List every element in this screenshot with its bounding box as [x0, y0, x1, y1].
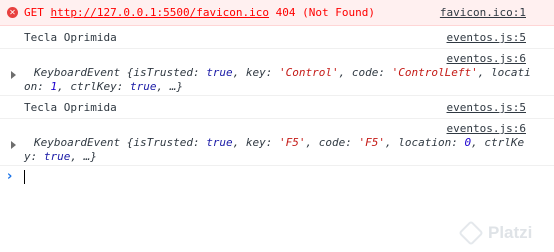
key-label: , key: — [232, 66, 280, 79]
ctrlkey-value: true — [43, 150, 71, 163]
object-preview-line: KeyboardEvent {isTrusted: true, key: 'F5… — [34, 136, 524, 149]
error-message: GET http://127.0.0.1:5500/favicon.ico 40… — [24, 6, 375, 19]
location-label: , location: — [385, 136, 465, 149]
ctrlkey-label: , ctrlKe — [471, 136, 525, 149]
error-message-row: ✕ GET http://127.0.0.1:5500/favicon.ico … — [0, 0, 554, 26]
istrusted-value: true — [206, 66, 233, 79]
error-circle-icon: ✕ — [7, 7, 18, 18]
key-value: 'Control' — [279, 66, 339, 79]
prompt-chevron-icon: › — [7, 169, 13, 184]
object-suffix: , …} — [70, 150, 97, 163]
object-preview-line: KeyboardEvent {isTrusted: true, key: 'Co… — [34, 66, 531, 79]
log-source-link[interactable]: eventos.js:5 — [447, 31, 526, 44]
object-preview-line: y: true, …} — [24, 150, 97, 163]
ctrlkey-value: true — [129, 80, 157, 93]
error-status: 404 (Not Found) — [275, 6, 376, 19]
expand-triangle-icon[interactable] — [11, 141, 16, 149]
text-caret — [24, 170, 25, 184]
ctrlkey-label: , ctrlKey: — [57, 80, 130, 93]
code-label: , code: — [338, 66, 392, 79]
watermark-text: Platzi — [488, 223, 533, 242]
location-label: , locati — [477, 66, 531, 79]
expand-triangle-icon[interactable] — [11, 71, 16, 79]
object-preview-line: on: 1, ctrlKey: true, …} — [24, 80, 183, 93]
error-url-link[interactable]: http://127.0.0.1:5500/favicon.ico — [51, 6, 270, 19]
code-label: , code: — [305, 136, 359, 149]
object-source-link[interactable]: eventos.js:6 — [447, 122, 526, 135]
log-message: Tecla Oprimida — [24, 31, 117, 44]
object-suffix: , …} — [156, 80, 183, 93]
object-prefix: KeyboardEvent {isTrusted: — [34, 136, 207, 149]
ctrlkey-label: y: — [24, 150, 44, 163]
error-source-link[interactable]: favicon.ico:1 — [440, 6, 526, 19]
location-label: on: — [24, 80, 51, 93]
key-label: , key: — [232, 136, 280, 149]
istrusted-value: true — [206, 136, 233, 149]
log-message: Tecla Oprimida — [24, 101, 117, 114]
object-log-row[interactable]: eventos.js:6 KeyboardEvent {isTrusted: t… — [0, 49, 554, 96]
console-panel: ✕ GET http://127.0.0.1:5500/favicon.ico … — [0, 0, 554, 188]
code-value: 'ControlLeft' — [391, 66, 478, 79]
object-prefix: KeyboardEvent {isTrusted: — [34, 66, 207, 79]
log-source-link[interactable]: eventos.js:5 — [447, 101, 526, 114]
key-value: 'F5' — [279, 136, 306, 149]
log-row: Tecla Oprimida eventos.js:5 — [0, 26, 554, 49]
log-row: Tecla Oprimida eventos.js:5 — [0, 96, 554, 119]
object-source-link[interactable]: eventos.js:6 — [447, 52, 526, 65]
error-method: GET — [24, 6, 44, 19]
platzi-logo-icon — [458, 220, 484, 246]
object-log-row[interactable]: eventos.js:6 KeyboardEvent {isTrusted: t… — [0, 119, 554, 166]
console-prompt[interactable]: › — [0, 166, 554, 188]
platzi-watermark: Platzi — [458, 220, 546, 246]
code-value: 'F5' — [358, 136, 386, 149]
